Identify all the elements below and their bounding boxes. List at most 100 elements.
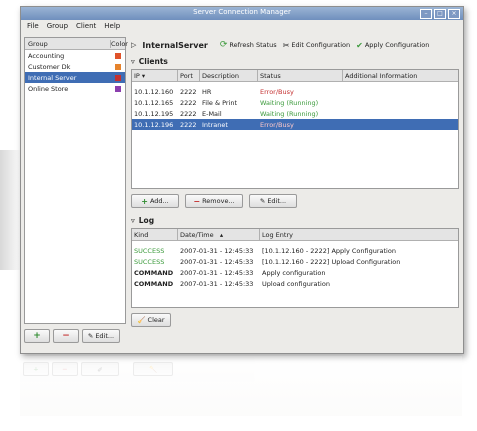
apply-configuration-label: Apply Configuration (364, 41, 430, 49)
maximize-button[interactable]: □ (434, 9, 446, 19)
client-description: File & Print (202, 98, 238, 107)
client-ip: 10.1.12.196 (134, 120, 174, 129)
log-buttons: 🧹 Clear (131, 313, 459, 327)
log-section-header[interactable]: ▿ Log (131, 214, 459, 226)
log-datetime: 2007-01-31 - 12:45:33 (180, 268, 254, 277)
log-entry-column-header[interactable]: Log Entry (260, 229, 458, 240)
edit-configuration-button[interactable]: ✂ Edit Configuration (283, 41, 350, 50)
group-item-selected[interactable]: Internal Server (25, 72, 125, 83)
pencil-icon: ✎ (259, 197, 266, 205)
group-panel: Group Color Accounting Customer Dk Inter… (24, 37, 128, 347)
broom-icon: 🧹 (148, 365, 158, 373)
client-port: 2222 (180, 120, 197, 129)
log-datetime: 2007-01-31 - 12:45:33 (180, 257, 254, 266)
group-item[interactable]: Accounting (25, 50, 125, 61)
edit-group-label: Edit... (95, 332, 115, 340)
log-row[interactable]: COMMAND 2007-01-31 - 12:45:33 Upload con… (132, 278, 458, 289)
reflection-remove-button: − (52, 362, 78, 376)
client-row[interactable]: 10.1.12.160 2222 HR Error/Busy (132, 86, 458, 97)
clients-section-header[interactable]: ▿ Clients (131, 55, 459, 67)
menu-help[interactable]: Help (104, 22, 120, 30)
client-description: Intranet (202, 120, 228, 129)
log-table[interactable]: Kind Date/Time ▴ Log Entry SUCCESS 2007-… (131, 228, 459, 308)
client-description: E-Mail (202, 109, 222, 118)
log-row[interactable]: SUCCESS 2007-01-31 - 12:45:33 [10.1.12.1… (132, 245, 458, 256)
plus-icon: + (33, 365, 39, 373)
menu-bar: File Group Client Help (21, 20, 463, 32)
group-column-header[interactable]: Group (25, 40, 110, 48)
info-column-header[interactable]: Additional Information (343, 70, 458, 81)
client-ip: 10.1.12.195 (134, 109, 174, 118)
close-button[interactable]: × (448, 9, 460, 19)
minus-icon: − (62, 331, 70, 341)
log-datetime: 2007-01-31 - 12:45:33 (180, 246, 254, 255)
remove-client-button[interactable]: − Remove... (185, 194, 243, 208)
edit-config-icon: ✂ (282, 40, 290, 50)
reflection-edit-button: ✎ (81, 362, 119, 376)
window-controls: – □ × (420, 9, 460, 19)
title-bar[interactable]: Server Connection Manager – □ × (21, 7, 463, 20)
expand-arrow-icon[interactable]: ▷ (131, 41, 136, 49)
description-column-header[interactable]: Description (200, 70, 258, 81)
menu-file[interactable]: File (27, 22, 39, 30)
reflection-clear-button: 🧹 (133, 362, 173, 376)
status-column-header[interactable]: Status (258, 70, 343, 81)
client-ip: 10.1.12.160 (134, 87, 174, 96)
plus-icon: + (141, 196, 148, 206)
refresh-icon: ⟳ (219, 40, 228, 50)
remove-client-label: Remove... (202, 197, 235, 205)
window-reflection: + − ✎ 🧹 (20, 356, 462, 416)
window-title: Server Connection Manager (193, 8, 291, 16)
menu-client[interactable]: Client (76, 22, 96, 30)
client-info (343, 108, 458, 119)
clients-table-header: IP ▾ Port Description Status Additional … (132, 70, 458, 82)
group-buttons: + − ✎ Edit... (24, 329, 120, 343)
port-column-header[interactable]: Port (178, 70, 200, 81)
client-row-selected[interactable]: 10.1.12.196 2222 Intranet Error/Busy (132, 119, 458, 130)
log-section-label: Log (138, 215, 155, 225)
edit-client-button[interactable]: ✎ Edit... (249, 194, 297, 208)
kind-column-header[interactable]: Kind (132, 229, 178, 240)
client-info (343, 86, 458, 97)
minimize-button[interactable]: – (420, 9, 432, 19)
datetime-column-header[interactable]: Date/Time ▴ (178, 229, 260, 240)
group-list[interactable]: Group Color Accounting Customer Dk Inter… (24, 37, 128, 324)
client-row[interactable]: 10.1.12.165 2222 File & Print Waiting (R… (132, 97, 458, 108)
checkmark-icon: ✔ (356, 40, 363, 50)
refresh-status-button[interactable]: ⟳ Refresh Status (220, 40, 277, 50)
reflection-add-button: + (23, 362, 49, 376)
color-column-header[interactable]: Color (110, 39, 128, 48)
log-entry: Upload configuration (262, 279, 330, 288)
menu-group[interactable]: Group (47, 22, 68, 30)
broom-icon: 🧹 (137, 316, 146, 324)
group-list-header: Group Color (25, 38, 128, 50)
ip-column-header[interactable]: IP ▾ (132, 70, 178, 81)
client-info (343, 119, 458, 130)
log-kind: SUCCESS (134, 257, 165, 266)
group-item[interactable]: Online Store (25, 83, 125, 94)
clear-log-label: Clear (147, 316, 165, 324)
client-info (343, 97, 458, 108)
pencil-icon: ✎ (87, 332, 94, 340)
edit-group-button[interactable]: ✎ Edit... (82, 329, 120, 343)
remove-group-button[interactable]: − (53, 329, 79, 343)
clients-table[interactable]: IP ▾ Port Description Status Additional … (131, 69, 459, 189)
group-item-label: Accounting (28, 51, 65, 60)
apply-configuration-button[interactable]: ✔ Apply Configuration (356, 41, 429, 50)
client-buttons: + Add... − Remove... ✎ Edit... (131, 194, 459, 208)
clear-log-button[interactable]: 🧹 Clear (131, 313, 171, 327)
log-row[interactable]: SUCCESS 2007-01-31 - 12:45:33 [10.1.12.1… (132, 256, 458, 267)
add-client-button[interactable]: + Add... (131, 194, 179, 208)
add-group-button[interactable]: + (24, 329, 50, 343)
server-name: InternalServer (142, 40, 208, 50)
color-swatch (115, 52, 121, 59)
edit-configuration-label: Edit Configuration (291, 41, 351, 49)
group-item-label: Internal Server (28, 73, 77, 82)
group-item[interactable]: Customer Dk (25, 61, 125, 72)
log-row[interactable]: COMMAND 2007-01-31 - 12:45:33 Apply conf… (132, 267, 458, 278)
collapse-arrow-icon: ▿ (131, 56, 135, 66)
log-kind: COMMAND (134, 268, 174, 277)
client-ip: 10.1.12.165 (134, 98, 174, 107)
client-row[interactable]: 10.1.12.195 2222 E-Mail Waiting (Running… (132, 108, 458, 119)
minus-icon: − (62, 365, 68, 373)
